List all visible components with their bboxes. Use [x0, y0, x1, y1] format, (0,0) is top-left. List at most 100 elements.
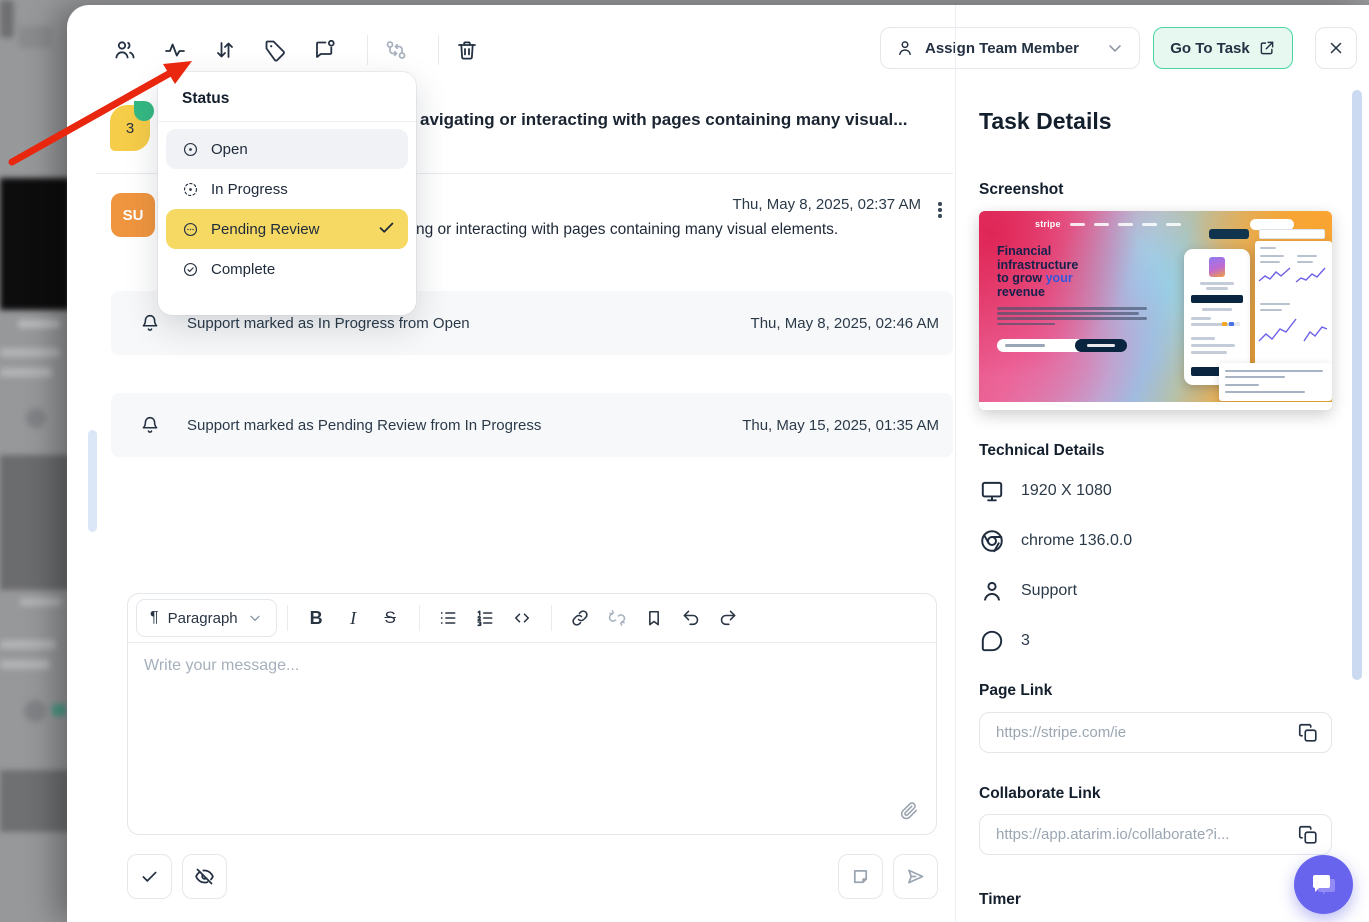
italic-button[interactable]: I: [335, 600, 372, 637]
unlink-button[interactable]: [599, 600, 636, 637]
backdrop-text-line: [0, 368, 52, 377]
message-editor: ¶ Paragraph B I S: [127, 593, 937, 835]
status-option-list: Open In Progress Pending Review Complete: [158, 122, 416, 296]
task-pin-badge[interactable]: 3: [110, 105, 150, 151]
editor-toolbar: ¶ Paragraph B I S: [128, 594, 936, 643]
chat-widget-button[interactable]: [1294, 855, 1353, 914]
backdrop-badge: [52, 704, 66, 716]
status-button[interactable]: [163, 38, 187, 62]
copy-icon: [1297, 824, 1319, 846]
redo-button[interactable]: [710, 600, 747, 637]
creator-row: Support: [979, 578, 1077, 604]
tag-button[interactable]: [263, 38, 287, 62]
backdrop-text-line: [0, 660, 50, 669]
users-icon: [113, 38, 137, 62]
collaborate-link-label: Collaborate Link: [979, 785, 1100, 803]
message-input[interactable]: Write your message...: [128, 643, 936, 834]
browser-row: chrome 136.0.0: [979, 528, 1132, 554]
ordered-list-button[interactable]: [467, 600, 504, 637]
toolbar-divider: [367, 35, 368, 65]
ordered-list-icon: [475, 608, 495, 628]
comment-menu-button[interactable]: [933, 199, 947, 221]
stripe-paragraph-lines: [997, 307, 1147, 328]
screenshot-label: Screenshot: [979, 181, 1063, 199]
status-complete-icon: [182, 261, 199, 278]
task-toolbar: [113, 35, 505, 65]
status-in-progress-icon: [182, 181, 199, 198]
bold-button[interactable]: B: [298, 600, 335, 637]
panel-scrollbar-thumb[interactable]: [1352, 90, 1362, 680]
comment-button[interactable]: [313, 38, 337, 62]
paragraph-label: Paragraph: [168, 610, 238, 627]
backdrop-text-line: [0, 640, 56, 649]
comment-body: ng or interacting with pages containing …: [416, 221, 838, 239]
priority-sort-button[interactable]: [213, 38, 237, 62]
task-detail-modal: Assign Team Member Go To Task 3 avigatin…: [67, 5, 1369, 922]
activity-text: Support marked as In Progress from Open: [187, 315, 470, 332]
pin-count-value: 3: [1021, 632, 1030, 650]
strikethrough-button[interactable]: S: [372, 600, 409, 637]
stripe-start-button: [1075, 339, 1127, 352]
status-menu-title: Status: [182, 90, 416, 108]
chrome-icon: [979, 528, 1005, 554]
internal-note-visibility-button[interactable]: [182, 854, 227, 899]
backdrop-text-line: [0, 348, 60, 357]
collaborate-link-field: [979, 814, 1332, 855]
task-title: avigating or interacting with pages cont…: [420, 110, 907, 130]
trash-icon: [455, 38, 479, 62]
backdrop-avatar: [24, 700, 46, 722]
page-link-field: [979, 712, 1332, 753]
check-icon: [139, 866, 160, 887]
stripe-headline: Financial infrastructure to grow your re…: [997, 245, 1078, 299]
page-link-input[interactable]: [996, 724, 1297, 741]
backdrop-image: [0, 178, 70, 310]
person-icon: [895, 38, 915, 58]
status-option-pending-review[interactable]: Pending Review: [166, 209, 408, 249]
page-link-label: Page Link: [979, 682, 1052, 700]
note-button[interactable]: [838, 854, 883, 899]
paragraph-style-dropdown[interactable]: ¶ Paragraph: [136, 599, 277, 637]
stripe-email-field: [997, 339, 1085, 352]
attach-file-button[interactable]: [898, 800, 920, 822]
bookmark-button[interactable]: [636, 600, 673, 637]
screenshot-thumbnail[interactable]: stripe Financial infrastructure to grow …: [979, 211, 1332, 410]
backdrop-avatar: [26, 408, 46, 428]
status-open-icon: [182, 141, 199, 158]
copy-icon: [1297, 722, 1319, 744]
chat-bubble-icon: [1308, 869, 1340, 901]
comment-dot-icon: [313, 38, 337, 62]
code-button[interactable]: [504, 600, 541, 637]
bullet-list-button[interactable]: [430, 600, 467, 637]
resolve-toggle-button[interactable]: [127, 854, 172, 899]
delete-task-button[interactable]: [455, 38, 479, 62]
feed-scrollbar-thumb[interactable]: [88, 430, 97, 532]
copy-page-link-button[interactable]: [1297, 722, 1319, 744]
status-option-open[interactable]: Open: [166, 129, 408, 169]
sort-arrows-icon: [213, 38, 237, 62]
copy-collaborate-link-button[interactable]: [1297, 824, 1319, 846]
activity-timestamp: Thu, May 15, 2025, 01:35 AM: [742, 417, 939, 434]
bullet-list-icon: [438, 608, 458, 628]
creator-value: Support: [1021, 582, 1077, 600]
compare-button[interactable]: [384, 38, 408, 62]
eye-off-icon: [194, 866, 215, 887]
backdrop-image: [0, 455, 70, 590]
status-option-in-progress[interactable]: In Progress: [166, 169, 408, 209]
avatar: SU: [111, 193, 155, 237]
undo-button[interactable]: [673, 600, 710, 637]
resolution-value: 1920 X 1080: [1021, 482, 1112, 500]
status-option-complete[interactable]: Complete: [166, 249, 408, 289]
bell-icon: [139, 414, 161, 436]
send-icon: [905, 866, 926, 887]
browser-value: chrome 136.0.0: [1021, 532, 1132, 550]
collaborate-link-input[interactable]: [996, 826, 1297, 843]
resolution-row: 1920 X 1080: [979, 478, 1112, 504]
send-message-button[interactable]: [893, 854, 938, 899]
comment-timestamp: Thu, May 8, 2025, 02:37 AM: [733, 196, 921, 213]
link-button[interactable]: [562, 600, 599, 637]
pin-number: 3: [126, 120, 134, 137]
activity-row: Support marked as Pending Review from In…: [111, 393, 953, 457]
stripe-logo: stripe: [1035, 219, 1061, 229]
bell-icon: [139, 312, 161, 334]
assignees-button[interactable]: [113, 38, 137, 62]
